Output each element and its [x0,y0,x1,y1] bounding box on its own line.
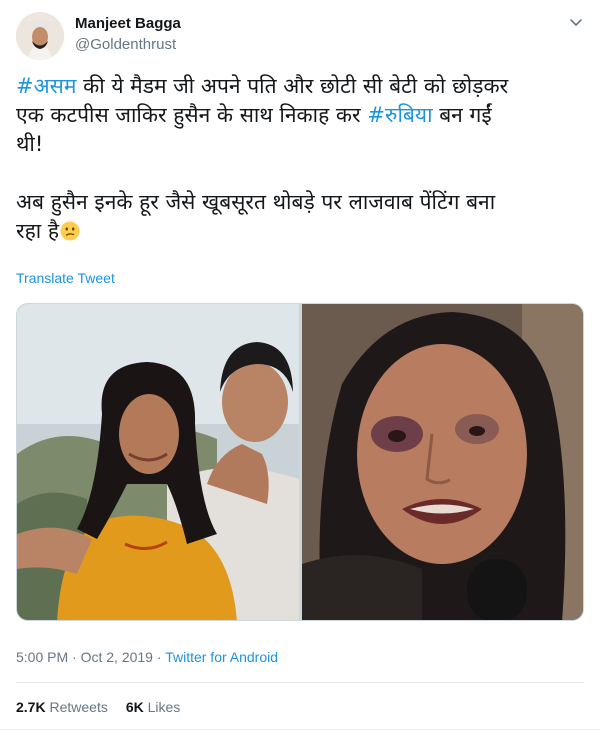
tweet-meta: 5:00 PM · Oct 2, 2019 · Twitter for Andr… [16,649,279,665]
tweet-time[interactable]: 5:00 PM [16,649,68,665]
user-name[interactable]: Manjeet Bagga [75,15,181,32]
tweet-line-5: रहा है [16,217,584,246]
tweet-line-2: एक कटपीस जाकिर हुसैन के साथ निकाह कर #रु… [16,103,492,127]
hashtag-link[interactable]: #असम [16,74,76,98]
tweet-line-4: अब हुसैन इनके हूर जैसे खूबसूरत थोबड़े पर… [16,190,496,214]
hashtag-link[interactable]: #रुबिया [367,103,432,127]
tweet: Manjeet Bagga @Goldenthrust #असम की ये म… [0,0,600,730]
tweet-stats: 2.7K Retweets 6K Likes [16,699,180,715]
tweet-date[interactable]: Oct 2, 2019 [81,649,153,665]
confused-face-emoji-icon [60,220,80,241]
divider [16,682,584,683]
user-handle[interactable]: @Goldenthrust [75,36,176,53]
tweet-source-link[interactable]: Twitter for Android [165,649,278,665]
photo-injured-woman[interactable] [302,304,583,620]
chevron-down-icon[interactable] [568,14,584,30]
likes-stat[interactable]: 6K Likes [126,699,180,715]
avatar[interactable] [16,12,64,60]
translate-tweet-link[interactable]: Translate Tweet [16,270,115,286]
retweets-stat[interactable]: 2.7K Retweets [16,699,108,715]
tweet-line-1: #असम की ये मैडम जी अपने पति और छोटी सी ब… [16,74,509,98]
media-grid [16,303,584,621]
tweet-line-3: थी! [16,132,44,156]
photo-couple[interactable] [17,304,299,620]
tweet-text: #असम की ये मैडम जी अपने पति और छोटी सी ब… [16,72,584,246]
